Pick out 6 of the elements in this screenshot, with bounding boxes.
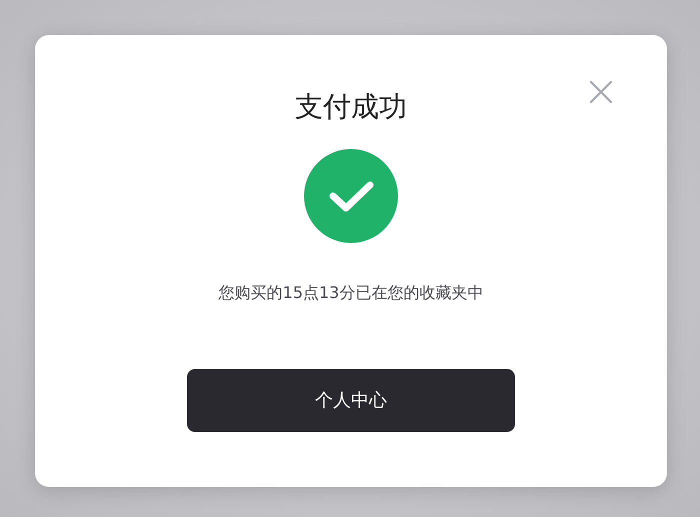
close-icon xyxy=(589,80,613,104)
checkmark-icon xyxy=(304,149,398,243)
close-button[interactable] xyxy=(588,79,614,105)
profile-button[interactable]: 个人中心 xyxy=(187,369,515,432)
dialog-title: 支付成功 xyxy=(295,90,407,124)
success-message: 您购买的15点13分已在您的收藏夹中 xyxy=(218,283,484,303)
